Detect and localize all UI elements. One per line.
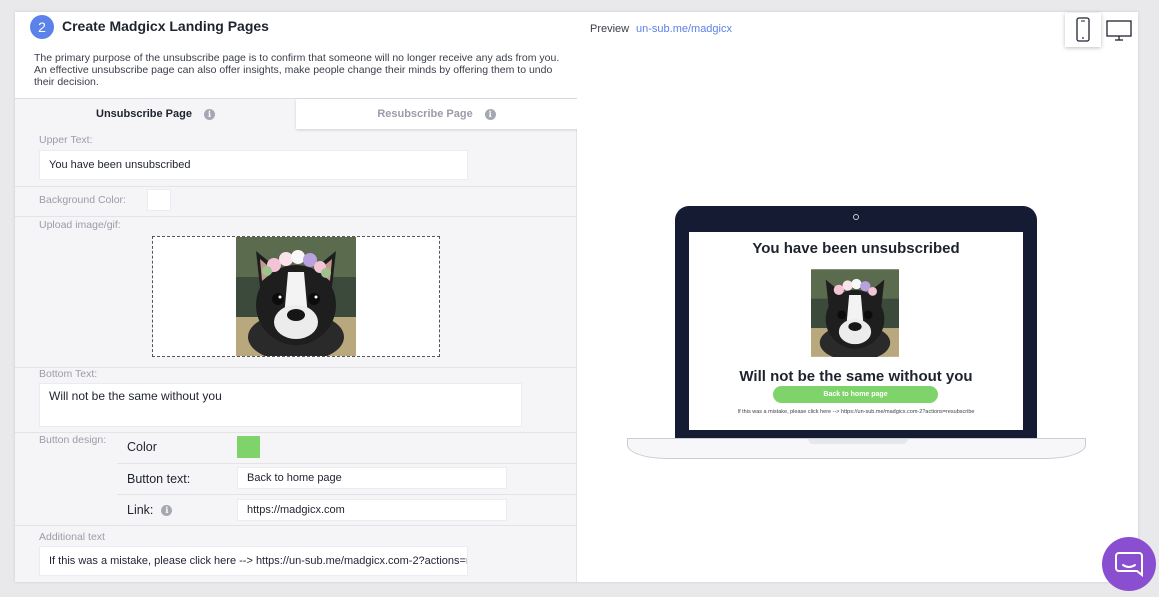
desktop-icon — [1106, 20, 1132, 41]
info-icon[interactable]: i — [484, 108, 496, 120]
divider — [15, 216, 577, 217]
info-icon[interactable]: i — [203, 108, 215, 120]
page-tabs: Unsubscribe Page i Resubscribe Page i — [15, 98, 577, 129]
bottom-text-label: Bottom Text: — [39, 368, 98, 380]
additional-text-value: If this was a mistake, please click here… — [49, 555, 468, 567]
upper-text-input[interactable]: You have been unsubscribed — [39, 150, 468, 180]
button-text-label: Button text: — [127, 472, 191, 486]
laptop-screen-preview: You have been unsubscribed Will not be t… — [689, 232, 1023, 430]
uploaded-dog-image — [236, 237, 356, 362]
link-input[interactable]: https://madgicx.com — [237, 499, 507, 521]
divider — [15, 525, 577, 526]
additional-text-label: Additional text — [39, 531, 105, 543]
preview-label: Preview — [590, 23, 630, 35]
tab-unsubscribe-page[interactable]: Unsubscribe Page i — [15, 99, 296, 129]
upper-text-value: You have been unsubscribed — [49, 159, 191, 171]
image-upload-dropzone[interactable] — [152, 236, 440, 362]
section-description: The primary purpose of the unsubscribe p… — [34, 52, 560, 88]
laptop-base-notch — [808, 439, 908, 444]
divider — [117, 463, 577, 464]
divider — [15, 367, 577, 368]
divider — [117, 494, 577, 495]
laptop-base — [627, 438, 1086, 459]
section-header: 2 Create Madgicx Landing Pages The prima… — [15, 12, 577, 98]
editor-panel: 2 Create Madgicx Landing Pages The prima… — [15, 12, 577, 582]
step-number-badge: 2 — [30, 15, 54, 39]
preview-upper-text: You have been unsubscribed — [752, 240, 960, 257]
link-label: Link: i — [127, 503, 173, 517]
upper-text-label: Upper Text: — [39, 134, 93, 146]
section-title: Create Madgicx Landing Pages — [62, 18, 269, 34]
info-icon[interactable]: i — [161, 505, 173, 517]
chat-widget-button[interactable] — [1102, 537, 1156, 591]
link-label-text: Link: — [127, 503, 154, 517]
tab-label: Resubscribe Page — [377, 108, 473, 120]
mobile-view-button[interactable] — [1065, 13, 1101, 47]
upload-image-label: Upload image/gif: — [39, 219, 121, 231]
link-value: https://madgicx.com — [247, 504, 345, 516]
bottom-text-value: Will not be the same without you — [49, 389, 222, 403]
chat-icon — [1115, 552, 1143, 578]
divider — [15, 186, 577, 187]
button-color-swatch[interactable] — [237, 436, 260, 458]
button-text-value: Back to home page — [247, 472, 342, 484]
button-text-input[interactable]: Back to home page — [237, 467, 507, 489]
background-color-label: Background Color: — [39, 194, 126, 206]
additional-text-input[interactable]: If this was a mistake, please click here… — [39, 546, 468, 576]
preview-dog-image — [811, 269, 899, 362]
mobile-icon — [1076, 17, 1090, 42]
button-color-label: Color — [127, 440, 157, 454]
laptop-mockup: You have been unsubscribed Will not be t… — [675, 206, 1037, 439]
divider — [15, 432, 577, 433]
preview-panel: Preview un-sub.me/madgicx You have been … — [577, 12, 1138, 582]
desktop-view-button[interactable] — [1101, 13, 1137, 47]
button-design-label: Button design: — [39, 434, 107, 446]
tab-resubscribe-page[interactable]: Resubscribe Page i — [296, 99, 577, 129]
preview-home-button[interactable]: Back to home page — [773, 386, 938, 403]
landing-page-editor-card: 2 Create Madgicx Landing Pages The prima… — [15, 12, 1138, 582]
background-color-swatch[interactable] — [147, 189, 171, 211]
preview-bottom-text: Will not be the same without you — [739, 368, 973, 385]
preview-link[interactable]: un-sub.me/madgicx — [636, 23, 732, 35]
preview-additional-text: If this was a mistake, please click here… — [737, 409, 975, 415]
tab-label: Unsubscribe Page — [96, 108, 192, 120]
bottom-text-input[interactable]: Will not be the same without you — [39, 383, 522, 427]
laptop-camera — [853, 214, 859, 220]
